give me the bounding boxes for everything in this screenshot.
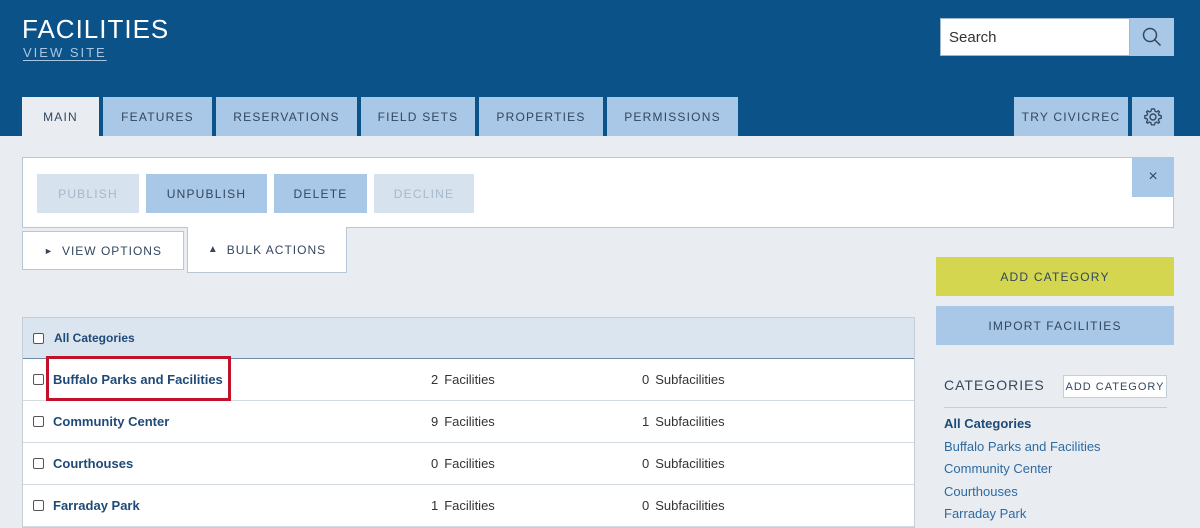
tab-features[interactable]: FEATURES bbox=[103, 97, 212, 136]
tab-permissions[interactable]: PERMISSIONS bbox=[607, 97, 738, 136]
tab-field-sets[interactable]: FIELD SETS bbox=[361, 97, 475, 136]
decline-button[interactable]: DECLINE bbox=[374, 174, 474, 213]
subfacilities-count: 1 Subfacilities bbox=[642, 414, 725, 429]
tab-main[interactable]: MAIN bbox=[22, 97, 99, 136]
subfacilities-count: 0 Subfacilities bbox=[642, 456, 725, 471]
add-category-small-button[interactable]: ADD CATEGORY bbox=[1063, 375, 1167, 398]
view-site-link[interactable]: VIEW SITE bbox=[23, 45, 107, 60]
facilities-count: 0 Facilities bbox=[431, 456, 495, 471]
category-item-community-center[interactable]: Community Center bbox=[944, 460, 1101, 483]
facilities-count: 1 Facilities bbox=[431, 498, 495, 513]
search-icon bbox=[1142, 27, 1162, 47]
subfacilities-count: 0 Subfacilities bbox=[642, 498, 725, 513]
category-link[interactable]: Community Center bbox=[53, 414, 169, 429]
unpublish-button[interactable]: UNPUBLISH bbox=[146, 174, 267, 213]
import-facilities-button[interactable]: IMPORT FACILITIES bbox=[936, 306, 1174, 345]
row-checkbox[interactable] bbox=[33, 416, 44, 427]
category-list: All Categories Buffalo Parks and Facilit… bbox=[944, 415, 1101, 528]
all-categories-header[interactable]: All Categories bbox=[54, 331, 135, 345]
facilities-count: 9 Facilities bbox=[431, 414, 495, 429]
bulk-actions-tab[interactable]: ▲ BULK ACTIONS bbox=[187, 227, 347, 273]
add-category-button[interactable]: ADD CATEGORY bbox=[936, 257, 1174, 296]
tab-reservations[interactable]: RESERVATIONS bbox=[216, 97, 357, 136]
select-all-checkbox[interactable] bbox=[33, 332, 44, 344]
view-options-tab[interactable]: ► VIEW OPTIONS bbox=[22, 231, 184, 270]
search-input[interactable] bbox=[940, 18, 1130, 56]
category-item-courthouses[interactable]: Courthouses bbox=[944, 483, 1101, 506]
table-row: Farraday Park 1 Facilities 0 Subfacilities bbox=[23, 485, 914, 527]
page-title: FACILITIES bbox=[22, 14, 170, 44]
delete-button[interactable]: DELETE bbox=[274, 174, 367, 213]
search-button[interactable] bbox=[1130, 18, 1174, 56]
bulk-actions-panel: PUBLISH UNPUBLISH DELETE DECLINE bbox=[22, 157, 1174, 228]
category-item-farraday-park[interactable]: Farraday Park bbox=[944, 505, 1101, 528]
category-link[interactable]: Farraday Park bbox=[53, 498, 140, 513]
table-row: Buffalo Parks and Facilities 2 Facilities… bbox=[23, 359, 914, 401]
table-header: All Categories bbox=[23, 318, 914, 359]
triangle-right-icon: ► bbox=[44, 245, 54, 256]
subfacilities-count: 0 Subfacilities bbox=[642, 372, 725, 387]
facilities-count: 2 Facilities bbox=[431, 372, 495, 387]
row-checkbox[interactable] bbox=[33, 374, 44, 385]
category-link[interactable]: Courthouses bbox=[53, 456, 133, 471]
try-civicrec-button[interactable]: TRY CIVICREC bbox=[1014, 97, 1128, 136]
gear-icon bbox=[1144, 107, 1162, 126]
categories-heading: CATEGORIES bbox=[944, 377, 1045, 393]
divider bbox=[944, 407, 1167, 408]
publish-button[interactable]: PUBLISH bbox=[37, 174, 139, 213]
row-checkbox[interactable] bbox=[33, 500, 44, 511]
table-row: Community Center 9 Facilities 1 Subfacilit… bbox=[23, 401, 914, 443]
close-button[interactable]: × bbox=[1132, 157, 1174, 197]
settings-button[interactable] bbox=[1132, 97, 1174, 136]
category-link[interactable]: Buffalo Parks and Facilities bbox=[53, 372, 223, 387]
categories-table: All Categories Buffalo Parks and Facilit… bbox=[22, 317, 915, 528]
bulk-actions-label: BULK ACTIONS bbox=[226, 242, 327, 257]
category-item-all[interactable]: All Categories bbox=[944, 415, 1101, 438]
row-checkbox[interactable] bbox=[33, 458, 44, 469]
tab-properties[interactable]: PROPERTIES bbox=[479, 97, 603, 136]
page-header: FACILITIES VIEW SITE MAIN FEATURES RESER… bbox=[0, 0, 1200, 136]
table-row: Courthouses 0 Facilities 0 Subfacilities bbox=[23, 443, 914, 485]
view-options-label: VIEW OPTIONS bbox=[61, 243, 162, 258]
triangle-up-icon: ▲ bbox=[207, 244, 219, 255]
category-item-buffalo[interactable]: Buffalo Parks and Facilities bbox=[944, 438, 1101, 461]
